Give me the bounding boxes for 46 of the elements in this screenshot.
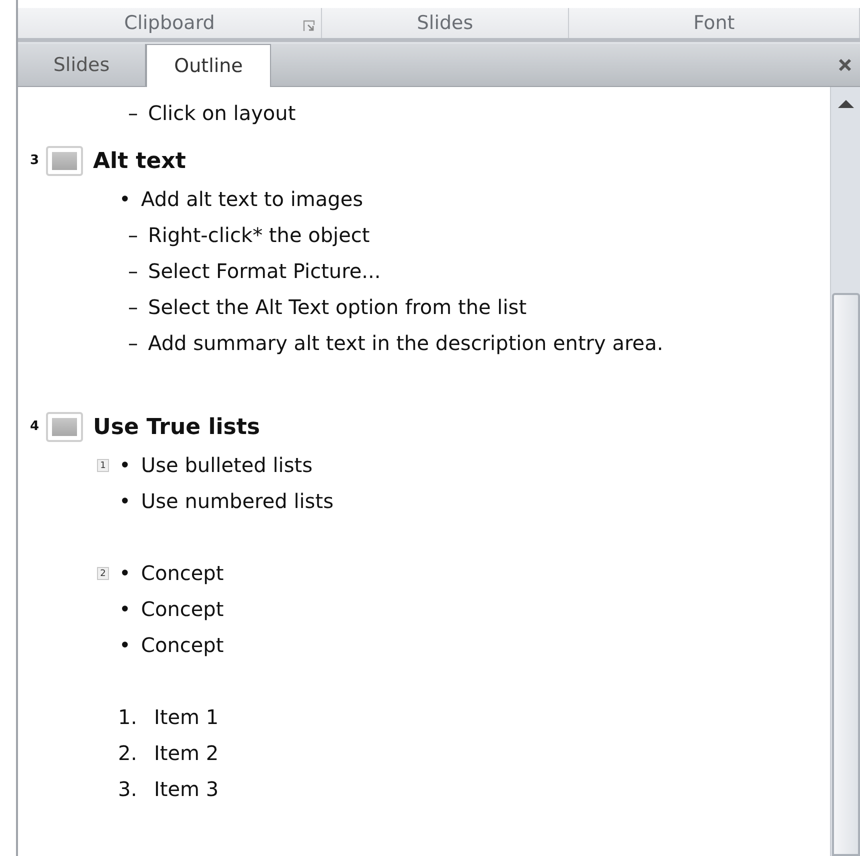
dash-marker: – <box>128 330 139 357</box>
scroll-up-icon[interactable] <box>836 99 854 109</box>
dash-marker: – <box>128 222 139 249</box>
outline-text: Add summary alt text in the description entry area. <box>148 330 664 357</box>
slide-number: 4 <box>30 418 40 436</box>
outline-text: Use numbered lists <box>141 488 334 515</box>
bullet-marker: • <box>119 632 132 659</box>
scroll-thumb[interactable] <box>832 293 860 856</box>
slide-number: 3 <box>30 152 40 170</box>
tab[interactable]: Slides <box>18 44 146 86</box>
outline-text: Concept <box>141 596 224 623</box>
outline-text: Item 1 <box>154 704 219 731</box>
group-label: Clipboard <box>124 10 215 36</box>
dash-marker: – <box>128 258 139 285</box>
dash-marker: – <box>128 294 139 321</box>
group-label: Slides <box>416 10 474 36</box>
outline-text: Concept <box>141 560 224 587</box>
bullet-marker: • <box>119 452 132 479</box>
tab[interactable]: Outline <box>146 44 271 87</box>
slide-title: Alt text <box>93 148 186 176</box>
list-number: 2. <box>118 740 138 767</box>
dialog-launcher-icon[interactable] <box>303 20 315 32</box>
list-number: 3. <box>118 776 138 803</box>
outline-text: Select Format Picture... <box>148 258 381 285</box>
outline-text: Item 3 <box>154 776 219 803</box>
list-number: 1. <box>118 704 138 731</box>
outline-text: Right-click* the object <box>148 222 370 249</box>
bullet-marker: • <box>119 560 132 587</box>
bullet-marker: • <box>119 596 132 623</box>
scrollbar[interactable] <box>830 87 860 856</box>
slide-title: Use True lists <box>93 414 260 442</box>
dash-marker: – <box>128 100 139 127</box>
outline-text: Add alt text to images <box>141 186 364 213</box>
outline-text: Select the Alt Text option from the list <box>148 294 527 321</box>
paragraph-number: 2 <box>97 566 109 580</box>
outline-text: Concept <box>141 632 224 659</box>
outline-text: Use bulleted lists <box>141 452 313 479</box>
bullet-marker: • <box>119 186 132 213</box>
group-label: Font <box>693 10 735 36</box>
paragraph-number: 1 <box>97 458 109 472</box>
outline-text: Click on layout <box>148 100 296 127</box>
slide-icon[interactable] <box>46 412 83 442</box>
close-icon <box>838 58 852 72</box>
slide-icon[interactable] <box>46 146 83 176</box>
outline-text: Item 2 <box>154 740 219 767</box>
bullet-marker: • <box>119 488 132 515</box>
